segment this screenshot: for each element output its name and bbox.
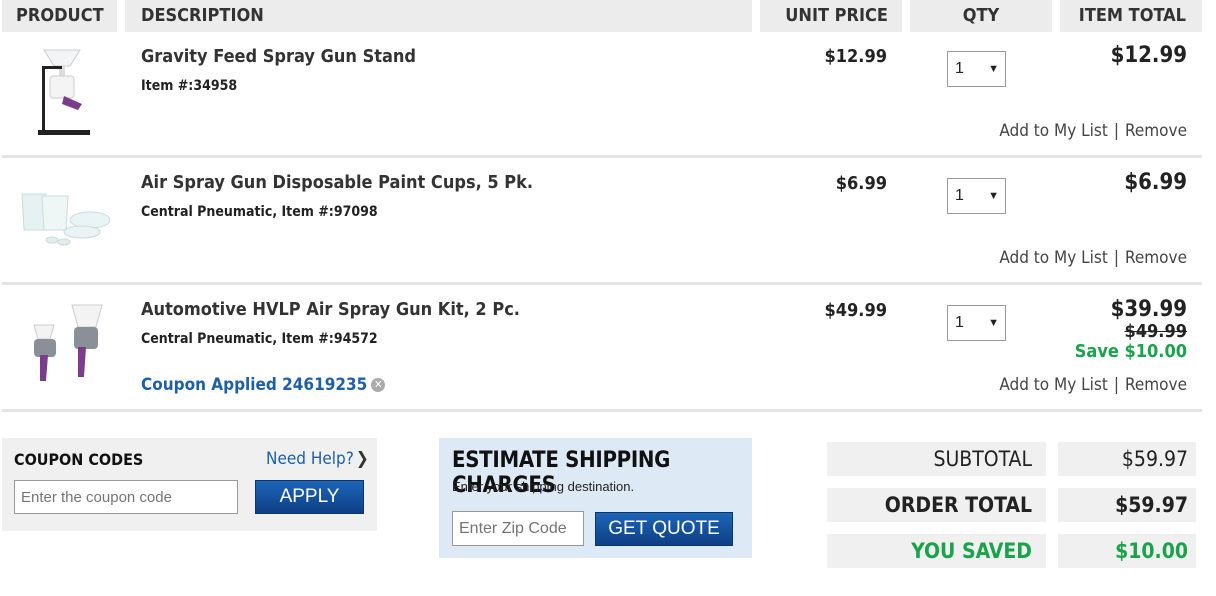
you-saved-value: $10.00 (1058, 534, 1196, 568)
coupon-codes-title: COUPON CODES (14, 450, 144, 469)
item-total: $39.99 (1110, 297, 1187, 322)
col-header-unit-price: UNIT PRICE (760, 0, 902, 32)
col-header-product: PRODUCT (2, 0, 117, 32)
item-total: $12.99 (1110, 43, 1187, 68)
qty-select[interactable]: 1 ▼ (947, 51, 1006, 87)
row-divider (2, 409, 1202, 412)
remove-link[interactable]: Remove (1125, 375, 1187, 395)
qty-select[interactable]: 1 ▼ (947, 178, 1006, 214)
add-to-list-link[interactable]: Add to My List (999, 375, 1107, 395)
dropdown-caret-icon: ▼ (988, 190, 999, 202)
row-actions: Add to My List | Remove (960, 248, 1187, 268)
qty-value: 1 (955, 187, 964, 204)
estimate-shipping-subtitle: Enter your shipping destination. (452, 479, 635, 494)
unit-price: $49.99 (824, 300, 888, 321)
dropdown-caret-icon: ▼ (988, 63, 999, 75)
product-item-number: Central Pneumatic, Item #:97098 (141, 204, 378, 220)
product-name-link[interactable]: Automotive HVLP Air Spray Gun Kit, 2 Pc. (141, 299, 520, 320)
need-help-link[interactable]: Need Help? ❯ (266, 449, 369, 469)
action-separator: | (1113, 248, 1119, 268)
remove-link[interactable]: Remove (1125, 121, 1187, 141)
coupon-applied-text: Coupon Applied 24619235 (141, 375, 368, 395)
order-total-value: $59.97 (1058, 488, 1196, 522)
get-quote-button[interactable]: GET QUOTE (595, 512, 733, 546)
unit-price: $6.99 (835, 173, 887, 194)
subtotal-label: SUBTOTAL (827, 442, 1046, 476)
you-saved-label: YOU SAVED (827, 534, 1046, 568)
qty-select[interactable]: 1 ▼ (947, 305, 1006, 341)
qty-value: 1 (955, 314, 964, 331)
unit-price: $12.99 (824, 46, 888, 67)
paint-cups-image[interactable] (16, 186, 114, 250)
coupon-codes-panel: COUPON CODES Need Help?❯ APPLY (2, 438, 377, 531)
add-to-list-link[interactable]: Add to My List (999, 248, 1107, 268)
need-help-label: Need Help? (266, 449, 354, 469)
col-header-item-total: ITEM TOTAL (1060, 0, 1202, 32)
dropdown-caret-icon: ▼ (988, 317, 999, 329)
add-to-list-link[interactable]: Add to My List (999, 121, 1107, 141)
col-header-description: DESCRIPTION (125, 0, 752, 32)
remove-link[interactable]: Remove (1125, 248, 1187, 268)
product-name-link[interactable]: Gravity Feed Spray Gun Stand (141, 46, 416, 67)
row-actions: Add to My List | Remove (960, 121, 1187, 141)
zip-code-input[interactable] (452, 511, 584, 546)
original-price: $49.99 (1124, 321, 1188, 342)
savings-amount: Save $10.00 (1074, 341, 1187, 362)
col-header-qty: QTY (910, 0, 1052, 32)
apply-coupon-button[interactable]: APPLY (255, 480, 364, 514)
coupon-applied-label: Coupon Applied 24619235 ✕ (141, 375, 386, 395)
spray-gun-stand-image[interactable] (24, 46, 100, 142)
subtotal-value: $59.97 (1058, 442, 1196, 476)
product-name-link[interactable]: Air Spray Gun Disposable Paint Cups, 5 P… (141, 172, 533, 193)
row-actions: Add to My List | Remove (960, 375, 1187, 395)
coupon-code-input[interactable] (14, 480, 238, 514)
product-item-number: Central Pneumatic, Item #:94572 (141, 331, 378, 347)
action-separator: | (1113, 121, 1119, 141)
chevron-right-icon: ❯ (355, 449, 369, 469)
action-separator: | (1113, 375, 1119, 395)
item-total: $6.99 (1124, 170, 1187, 195)
estimate-shipping-panel: ESTIMATE SHIPPING CHARGES Enter your shi… (439, 438, 752, 558)
order-total-label: ORDER TOTAL (827, 488, 1046, 522)
product-item-number: Item #:34958 (141, 78, 238, 94)
qty-value: 1 (955, 60, 964, 77)
remove-coupon-icon[interactable]: ✕ (371, 378, 386, 392)
spray-gun-kit-image[interactable] (22, 301, 108, 385)
